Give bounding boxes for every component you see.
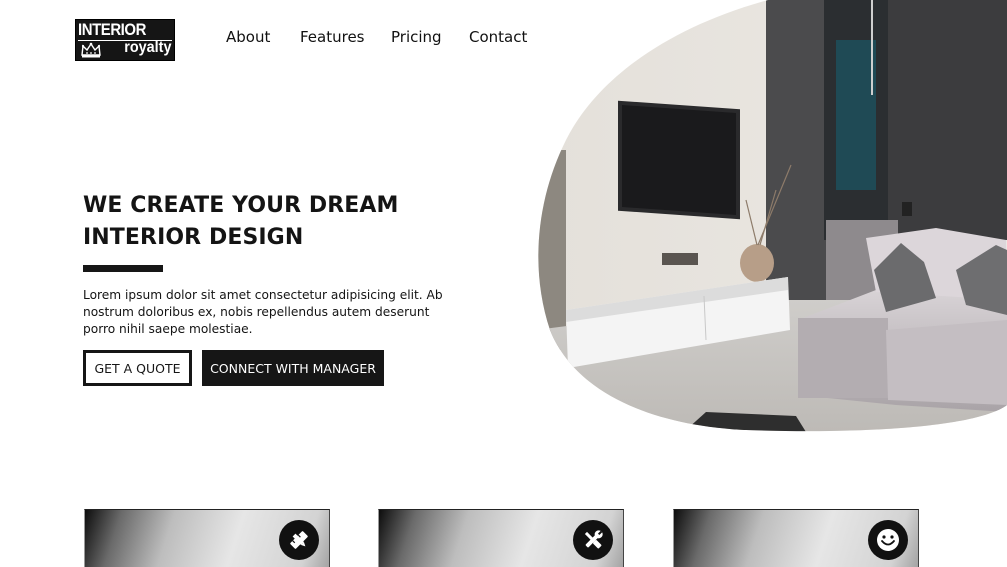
living-room-photo bbox=[538, 0, 1007, 432]
site-logo[interactable]: INTERIOR royalty bbox=[75, 19, 175, 61]
logo-text-line1: INTERIOR bbox=[78, 20, 146, 39]
hero-title-line1: WE CREATE YOUR DREAM bbox=[83, 193, 399, 218]
hero-title-line2: INTERIOR DESIGN bbox=[83, 225, 304, 250]
hero-divider bbox=[83, 265, 163, 272]
nav-link-contact[interactable]: Contact bbox=[469, 26, 527, 48]
tools-icon bbox=[573, 520, 613, 560]
feature-card bbox=[84, 509, 330, 567]
nav-link-pricing[interactable]: Pricing bbox=[391, 26, 442, 48]
hero-description: Lorem ipsum dolor sit amet consectetur a… bbox=[83, 288, 443, 336]
logo-text-line2: royalty bbox=[123, 39, 171, 56]
pencil-ruler-icon bbox=[279, 520, 319, 560]
smile-icon bbox=[868, 520, 908, 560]
feature-card bbox=[378, 509, 624, 567]
hero-title: WE CREATE YOUR DREAM INTERIOR DESIGN bbox=[83, 190, 463, 254]
connect-manager-button[interactable]: CONNECT WITH MANAGER bbox=[202, 350, 384, 386]
nav-link-features[interactable]: Features bbox=[300, 26, 365, 48]
nav-link-about[interactable]: About bbox=[226, 26, 270, 48]
get-quote-button[interactable]: GET A QUOTE bbox=[83, 350, 192, 386]
feature-card bbox=[673, 509, 919, 567]
crown-icon bbox=[81, 42, 101, 58]
